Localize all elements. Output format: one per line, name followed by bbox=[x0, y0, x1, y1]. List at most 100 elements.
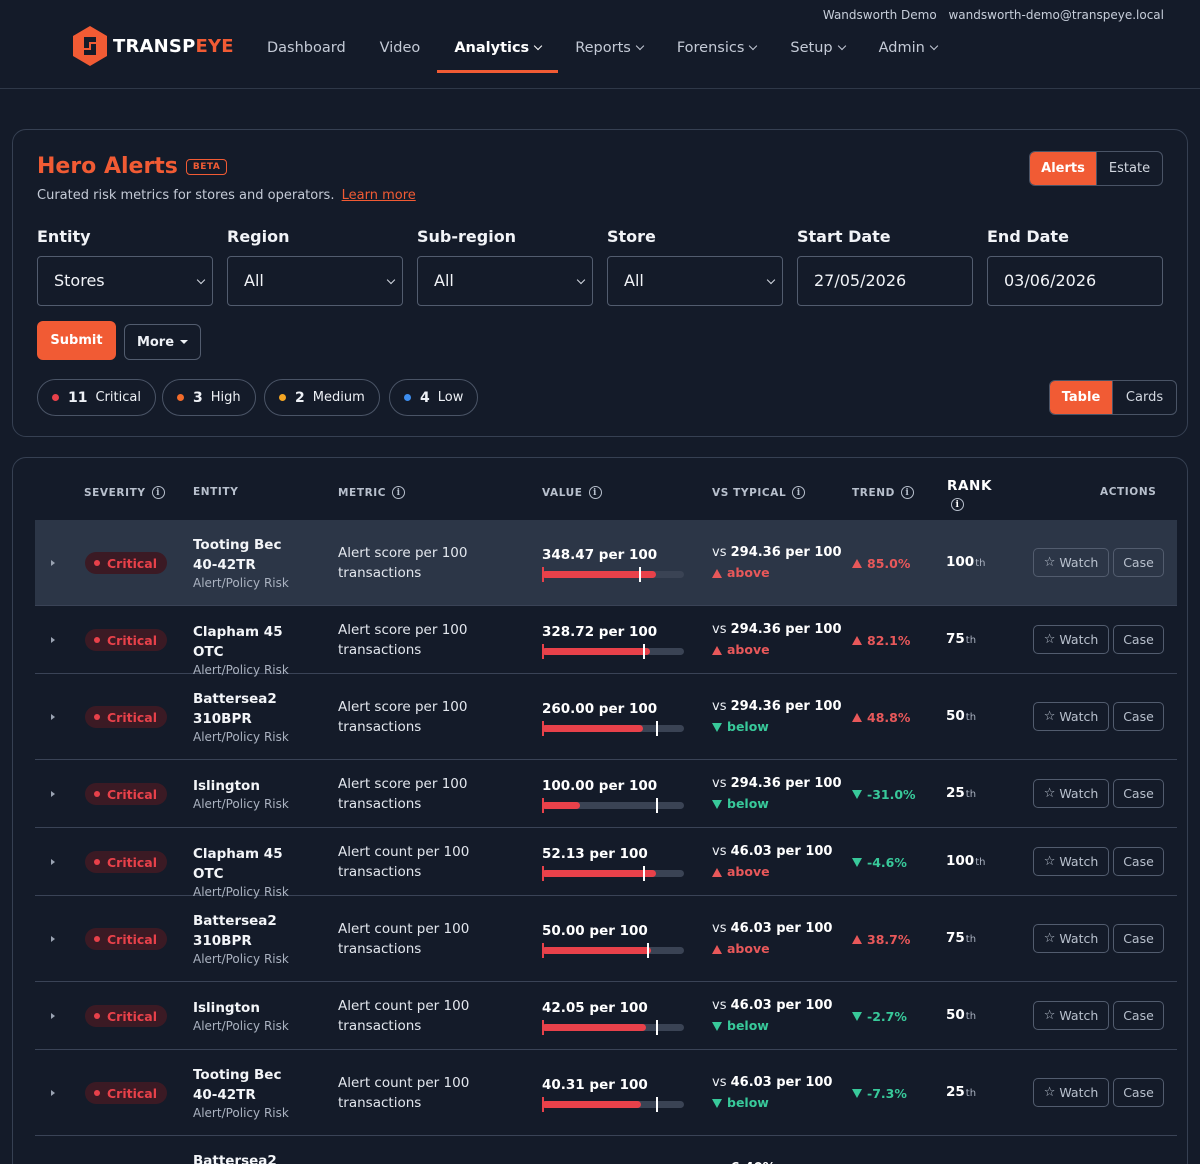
subregion-select[interactable]: All bbox=[417, 256, 593, 306]
end-date-input[interactable]: 03/06/2026 bbox=[987, 256, 1163, 306]
direction-indicator: below bbox=[712, 794, 842, 814]
info-icon[interactable]: i bbox=[588, 486, 602, 499]
nav-analytics[interactable]: Analytics bbox=[437, 26, 559, 73]
info-icon[interactable]: i bbox=[792, 486, 806, 499]
watch-button[interactable]: ☆ Watch bbox=[1033, 1001, 1109, 1030]
column-header-severity[interactable]: SEVERITY i bbox=[84, 486, 165, 499]
metric-value: 40.31 per 100 bbox=[542, 1077, 648, 1093]
watch-button[interactable]: ☆ Watch bbox=[1033, 548, 1109, 577]
mode-estate-button[interactable]: Estate bbox=[1096, 152, 1162, 185]
case-button[interactable]: Case bbox=[1113, 1078, 1164, 1107]
region-select[interactable]: All bbox=[227, 256, 403, 306]
entity-cell[interactable]: Battersea2 310BPR Alert/Policy Risk bbox=[193, 689, 308, 745]
entity-select[interactable]: Stores bbox=[37, 256, 213, 306]
table-row[interactable]: CriticalBattersea2vs 6.40%☆WatchCase bbox=[35, 1136, 1177, 1164]
expand-row-icon[interactable] bbox=[51, 636, 55, 643]
column-header-vs-typical[interactable]: VS TYPICAL i bbox=[712, 486, 806, 499]
table-row[interactable]: Critical Islington Alert/Policy Risk Alert … bbox=[35, 982, 1177, 1050]
mode-alerts-button[interactable]: Alerts bbox=[1030, 152, 1096, 185]
rank-value: 75th bbox=[946, 631, 976, 647]
entity-cell[interactable]: Islington Alert/Policy Risk bbox=[193, 998, 308, 1034]
direction-indicator: above bbox=[712, 640, 842, 660]
view-cards-button[interactable]: Cards bbox=[1112, 381, 1176, 414]
case-button[interactable]: Case bbox=[1113, 924, 1164, 953]
entity-name[interactable]: Islington bbox=[193, 998, 308, 1018]
nav-setup[interactable]: Setup bbox=[773, 26, 861, 73]
start-date-label: Start Date bbox=[797, 227, 891, 246]
nav-video[interactable]: Video bbox=[363, 26, 438, 73]
info-icon[interactable]: i bbox=[392, 486, 406, 499]
entity-cell[interactable]: Islington Alert/Policy Risk bbox=[193, 776, 308, 812]
entity-name[interactable]: Clapham 45 OTC bbox=[193, 844, 308, 884]
table-row[interactable]: Critical Battersea2 310BPR Alert/Policy Ri… bbox=[35, 896, 1177, 982]
watch-button[interactable]: ☆ Watch bbox=[1033, 625, 1109, 654]
expand-row-icon[interactable] bbox=[51, 559, 55, 566]
expand-row-icon[interactable] bbox=[51, 790, 55, 797]
nav-dashboard[interactable]: Dashboard bbox=[250, 26, 363, 73]
case-button[interactable]: Case bbox=[1113, 779, 1164, 808]
expand-row-icon[interactable] bbox=[51, 713, 55, 720]
entity-name[interactable]: Tooting Bec 40-42TR bbox=[193, 1065, 308, 1105]
table-row[interactable]: Critical Battersea2 310BPR Alert/Policy Ri… bbox=[35, 674, 1177, 760]
entity-cell[interactable]: Tooting Bec 40-42TR Alert/Policy Risk bbox=[193, 535, 308, 591]
table-row[interactable]: Critical Clapham 45 OTC Alert/Policy Risk A… bbox=[35, 828, 1177, 899]
severity-label: High bbox=[210, 390, 241, 405]
watch-button[interactable]: ☆ Watch bbox=[1033, 1078, 1109, 1107]
entity-cell[interactable]: Clapham 45 OTC Alert/Policy Risk bbox=[193, 622, 308, 678]
watch-button[interactable]: ☆ Watch bbox=[1033, 702, 1109, 731]
entity-name[interactable]: Tooting Bec 40-42TR bbox=[193, 535, 308, 575]
nav-reports[interactable]: Reports bbox=[558, 26, 660, 73]
severity-filter-high[interactable]: 3 High bbox=[162, 379, 256, 416]
info-icon[interactable]: i bbox=[151, 486, 165, 499]
transpeye-logo[interactable]: TRANSPEYE bbox=[70, 24, 234, 68]
account-info[interactable]: Wandsworth Demo wandsworth-demo@transpey… bbox=[823, 8, 1164, 22]
submit-button[interactable]: Submit bbox=[37, 321, 116, 360]
column-header-metric[interactable]: METRIC i bbox=[338, 486, 406, 499]
expand-row-icon[interactable] bbox=[51, 1012, 55, 1019]
table-row[interactable]: Critical Clapham 45 OTC Alert/Policy Risk A… bbox=[35, 606, 1177, 677]
column-header-trend[interactable]: TREND i bbox=[852, 486, 914, 499]
table-row[interactable]: Critical Tooting Bec 40-42TR Alert/Policy … bbox=[35, 1050, 1177, 1136]
learn-more-link[interactable]: Learn more bbox=[342, 188, 416, 203]
table-row[interactable]: Critical Islington Alert/Policy Risk Alert … bbox=[35, 760, 1177, 828]
table-row[interactable]: Critical Tooting Bec 40-42TR Alert/Policy … bbox=[35, 520, 1177, 606]
info-icon[interactable]: i bbox=[900, 486, 914, 499]
case-button[interactable]: Case bbox=[1113, 702, 1164, 731]
severity-filter-low[interactable]: 4 Low bbox=[389, 379, 479, 416]
watch-button[interactable]: ☆ Watch bbox=[1033, 779, 1109, 808]
severity-filter-medium[interactable]: 2 Medium bbox=[264, 379, 380, 416]
more-button[interactable]: More bbox=[124, 324, 201, 360]
value-bar-fill bbox=[542, 870, 656, 877]
column-header-entity[interactable]: ENTITY bbox=[193, 486, 238, 498]
column-header-value[interactable]: VALUE i bbox=[542, 486, 602, 499]
watch-button[interactable]: ☆ Watch bbox=[1033, 847, 1109, 876]
case-button[interactable]: Case bbox=[1113, 625, 1164, 654]
severity-filter-critical[interactable]: 11 Critical bbox=[37, 379, 156, 416]
expand-row-icon[interactable] bbox=[51, 1089, 55, 1096]
case-button[interactable]: Case bbox=[1113, 548, 1164, 577]
entity-cell[interactable]: Battersea2 310BPR Alert/Policy Risk bbox=[193, 911, 308, 967]
entity-cell[interactable]: Tooting Bec 40-42TR Alert/Policy Risk bbox=[193, 1065, 308, 1121]
start-date-input[interactable]: 27/05/2026 bbox=[797, 256, 973, 306]
nav-forensics[interactable]: Forensics bbox=[660, 26, 774, 73]
nav-admin[interactable]: Admin bbox=[862, 26, 954, 73]
column-header-rank[interactable]: RANK i bbox=[947, 478, 992, 511]
view-table-button[interactable]: Table bbox=[1050, 381, 1112, 414]
entity-cell[interactable]: Battersea2 bbox=[193, 1151, 308, 1164]
watch-button[interactable]: ☆ Watch bbox=[1033, 924, 1109, 953]
expand-row-icon[interactable] bbox=[51, 858, 55, 865]
entity-name[interactable]: Clapham 45 OTC bbox=[193, 622, 308, 662]
entity-cell[interactable]: Clapham 45 OTC Alert/Policy Risk bbox=[193, 844, 308, 900]
entity-name[interactable]: Battersea2 bbox=[193, 1151, 308, 1164]
store-select[interactable]: All bbox=[607, 256, 783, 306]
entity-name[interactable]: Islington bbox=[193, 776, 308, 796]
vs-typical-cell: vs 294.36 per 100 below bbox=[712, 774, 842, 814]
metric-name: Alert count per 100 transactions bbox=[338, 998, 470, 1034]
entity-name[interactable]: Battersea2 310BPR bbox=[193, 689, 308, 729]
direction-arrow-icon bbox=[712, 867, 722, 877]
case-button[interactable]: Case bbox=[1113, 1001, 1164, 1030]
info-icon[interactable]: i bbox=[951, 498, 964, 511]
expand-row-icon[interactable] bbox=[51, 935, 55, 942]
entity-name[interactable]: Battersea2 310BPR bbox=[193, 911, 308, 951]
case-button[interactable]: Case bbox=[1113, 847, 1164, 876]
